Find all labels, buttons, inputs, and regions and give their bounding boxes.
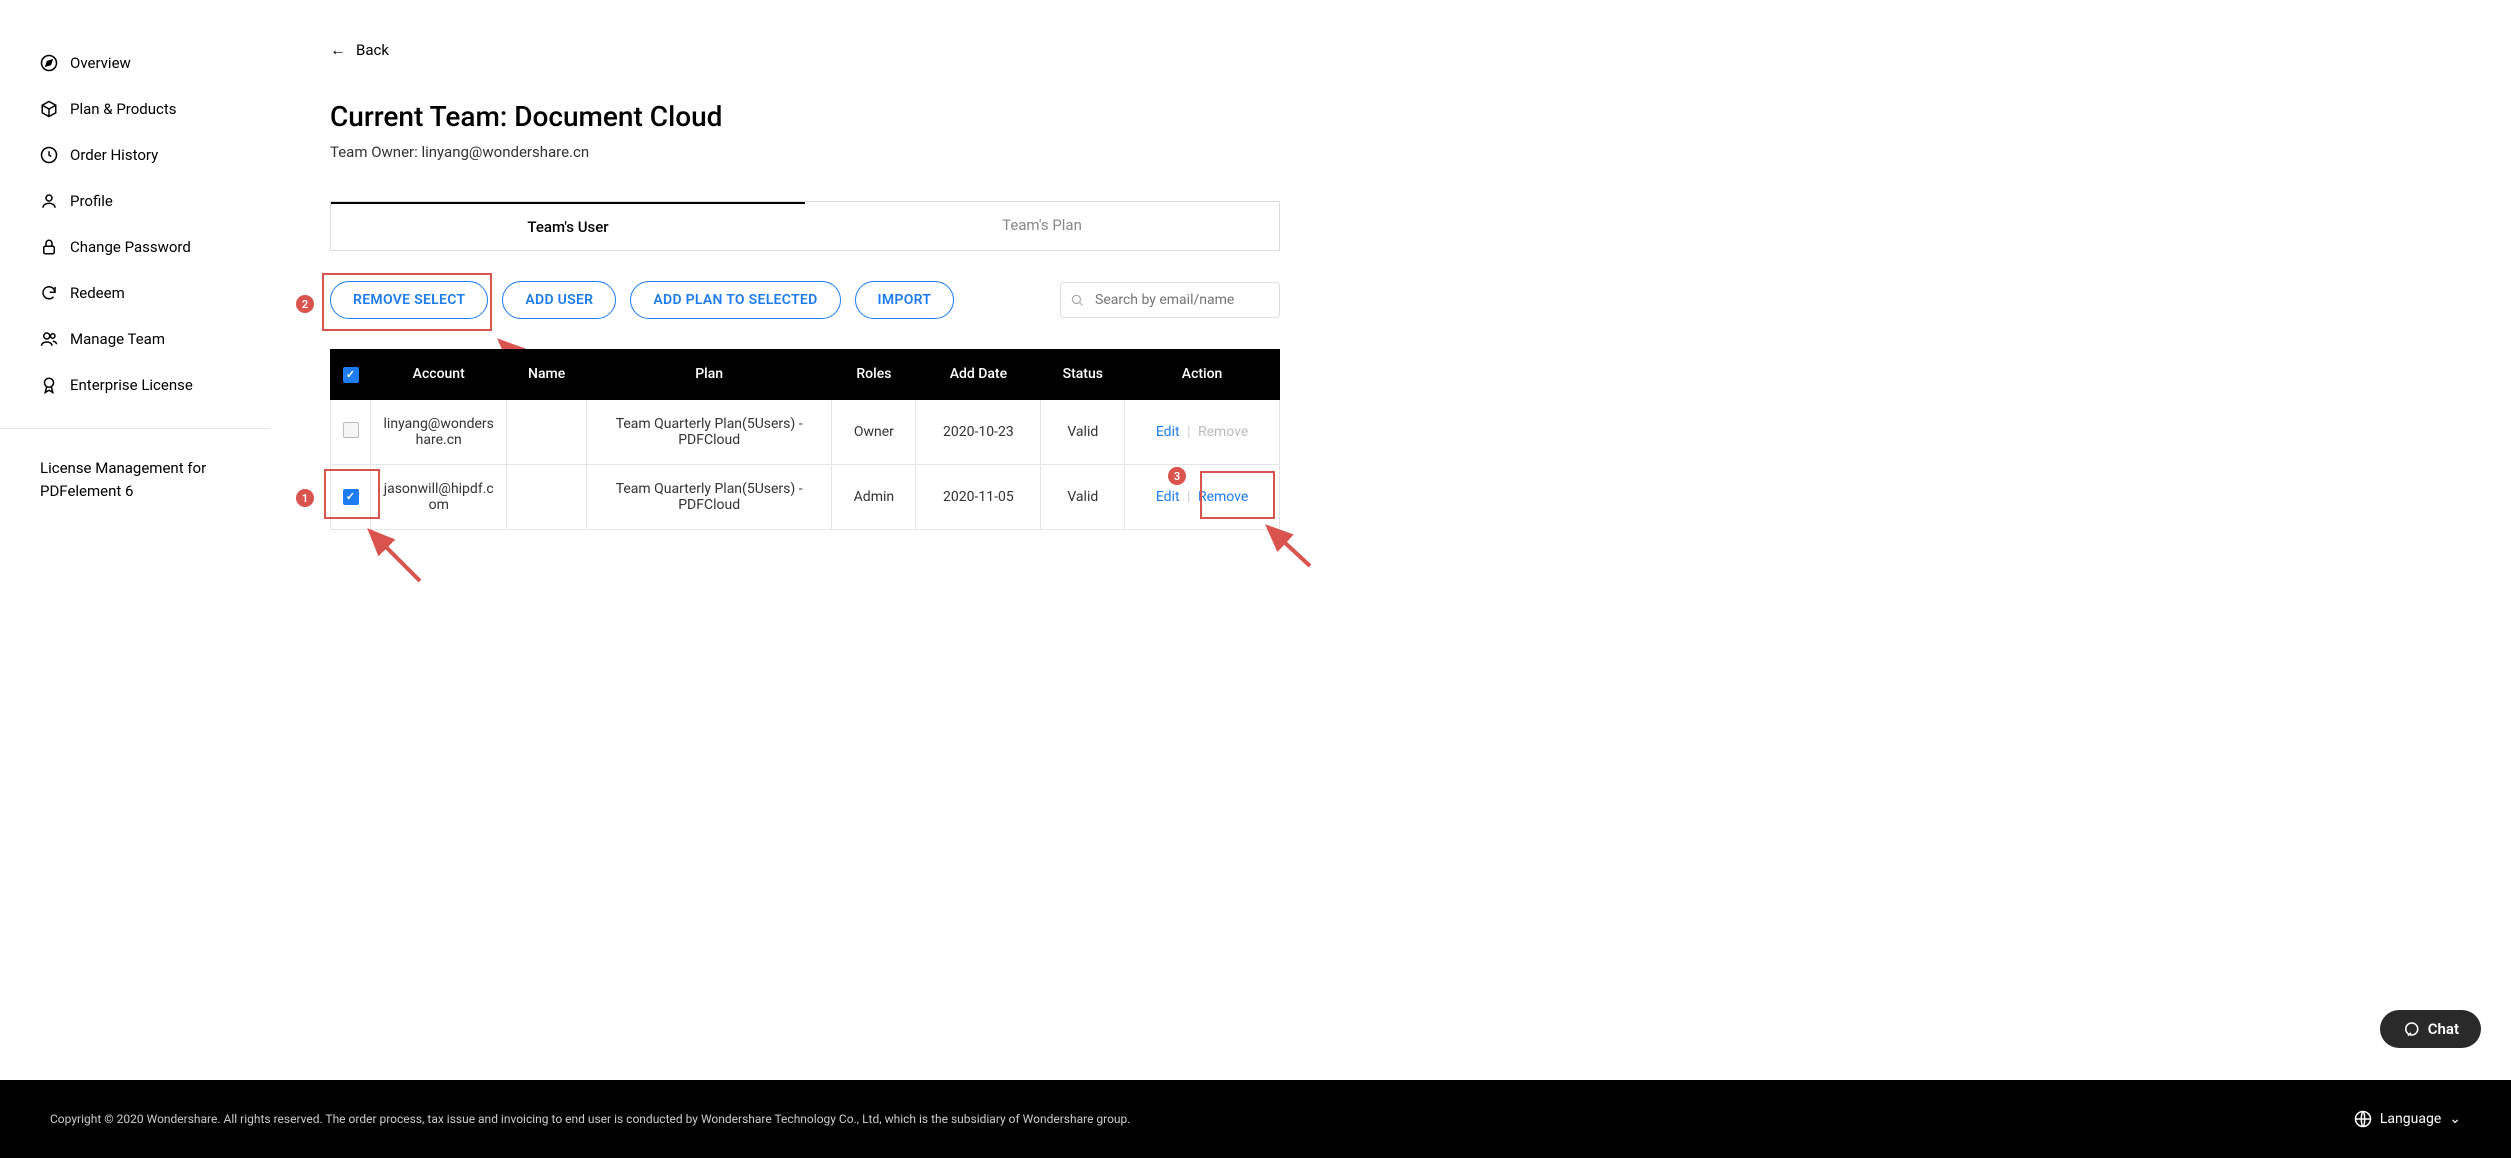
cell-plan: Team Quarterly Plan(5Users) - PDFCloud bbox=[586, 399, 832, 464]
sidebar-item-label: Plan & Products bbox=[70, 100, 177, 118]
sidebar-item-change-password[interactable]: Change Password bbox=[40, 224, 270, 270]
compass-icon bbox=[40, 54, 58, 72]
globe-icon bbox=[2354, 1110, 2372, 1128]
annotation-badge-2: 2 bbox=[296, 295, 314, 313]
back-link[interactable]: ← Back bbox=[330, 40, 389, 60]
action-separator: | bbox=[1187, 424, 1190, 440]
sidebar-item-label: Redeem bbox=[70, 284, 125, 302]
remove-select-button[interactable]: REMOVE SELECT bbox=[330, 281, 488, 319]
row-checkbox bbox=[343, 422, 359, 438]
sidebar-item-label: Profile bbox=[70, 192, 113, 210]
col-status: Status bbox=[1041, 350, 1125, 400]
cell-name bbox=[507, 399, 586, 464]
cell-add-date: 2020-10-23 bbox=[916, 399, 1041, 464]
add-plan-to-selected-button[interactable]: ADD PLAN TO SELECTED bbox=[630, 281, 840, 319]
col-plan: Plan bbox=[586, 350, 832, 400]
import-button[interactable]: IMPORT bbox=[855, 281, 955, 319]
team-owner-label: Team Owner: linyang@wondershare.cn bbox=[330, 143, 1280, 161]
page-title: Current Team: Document Cloud bbox=[330, 100, 1280, 133]
cell-add-date: 2020-11-05 bbox=[916, 464, 1041, 529]
users-table: Account Name Plan Roles Add Date Status … bbox=[330, 349, 1280, 530]
cell-account: linyang@wondershare.cn bbox=[371, 399, 507, 464]
refresh-icon bbox=[40, 284, 58, 302]
cell-action: Edit | Remove bbox=[1125, 399, 1280, 464]
sidebar-item-label: Overview bbox=[70, 54, 131, 72]
table-row: jasonwill@hipdf.com Team Quarterly Plan(… bbox=[331, 464, 1280, 529]
sidebar-item-profile[interactable]: Profile bbox=[40, 178, 270, 224]
cell-action: Edit | Remove bbox=[1125, 464, 1280, 529]
table-header-row: Account Name Plan Roles Add Date Status … bbox=[331, 350, 1280, 400]
back-label: Back bbox=[356, 41, 389, 59]
users-icon bbox=[40, 330, 58, 348]
sidebar-item-plan-products[interactable]: Plan & Products bbox=[40, 86, 270, 132]
sidebar-item-redeem[interactable]: Redeem bbox=[40, 270, 270, 316]
user-icon bbox=[40, 192, 58, 210]
tab-teams-plan[interactable]: Team's Plan bbox=[805, 202, 1279, 250]
cell-status: Valid bbox=[1041, 399, 1125, 464]
sidebar-footer-text[interactable]: License Management for PDFelement 6 bbox=[40, 449, 270, 510]
sidebar: Overview Plan & Products Order History P… bbox=[0, 0, 270, 1080]
cell-status: Valid bbox=[1041, 464, 1125, 529]
copyright-text: Copyright © 2020 Wondershare. All rights… bbox=[50, 1112, 1130, 1126]
search-input[interactable] bbox=[1060, 282, 1280, 318]
cell-roles: Admin bbox=[832, 464, 916, 529]
tab-label: Team's Plan bbox=[1002, 216, 1082, 234]
action-separator: | bbox=[1187, 489, 1190, 505]
sidebar-item-overview[interactable]: Overview bbox=[40, 40, 270, 86]
search-wrap bbox=[1060, 282, 1280, 318]
sidebar-item-label: Enterprise License bbox=[70, 376, 193, 394]
lock-icon bbox=[40, 238, 58, 256]
annotation-badge-1: 1 bbox=[296, 489, 314, 507]
cell-account: jasonwill@hipdf.com bbox=[371, 464, 507, 529]
col-name: Name bbox=[507, 350, 586, 400]
sidebar-item-label: Manage Team bbox=[70, 330, 165, 348]
toolbar: 2 REMOVE SELECT ADD USER ADD PLAN TO SEL… bbox=[330, 281, 1280, 319]
cell-roles: Owner bbox=[832, 399, 916, 464]
sidebar-item-label: Order History bbox=[70, 146, 158, 164]
annotation-arrow-1 bbox=[360, 521, 430, 591]
sidebar-divider bbox=[0, 428, 270, 429]
col-action: Action bbox=[1125, 350, 1280, 400]
chat-icon bbox=[2402, 1020, 2420, 1038]
cube-icon bbox=[40, 100, 58, 118]
remove-link: Remove bbox=[1198, 424, 1248, 440]
tabs: Team's User Team's Plan bbox=[330, 201, 1280, 251]
annotation-badge-3: 3 bbox=[1168, 467, 1186, 485]
chat-widget[interactable]: Chat bbox=[2380, 1010, 2481, 1048]
tab-teams-user[interactable]: Team's User bbox=[331, 202, 805, 250]
sidebar-item-order-history[interactable]: Order History bbox=[40, 132, 270, 178]
edit-link[interactable]: Edit bbox=[1156, 489, 1180, 505]
sidebar-item-enterprise-license[interactable]: Enterprise License bbox=[40, 362, 270, 408]
row-checkbox[interactable] bbox=[343, 489, 359, 505]
badge-icon bbox=[40, 376, 58, 394]
col-add-date: Add Date bbox=[916, 350, 1041, 400]
cell-name bbox=[507, 464, 586, 529]
cell-plan: Team Quarterly Plan(5Users) - PDFCloud bbox=[586, 464, 832, 529]
language-selector[interactable]: Language ⌄ bbox=[2354, 1110, 2461, 1128]
edit-link[interactable]: Edit bbox=[1156, 424, 1180, 440]
search-icon bbox=[1070, 293, 1084, 307]
select-all-checkbox[interactable] bbox=[343, 367, 359, 383]
arrow-left-icon: ← bbox=[330, 40, 346, 60]
sidebar-item-label: Change Password bbox=[70, 238, 191, 256]
table-row: linyang@wondershare.cn Team Quarterly Pl… bbox=[331, 399, 1280, 464]
footer: Copyright © 2020 Wondershare. All rights… bbox=[0, 1080, 2511, 1158]
clock-icon bbox=[40, 146, 58, 164]
main-content: ← Back Current Team: Document Cloud Team… bbox=[270, 0, 1370, 1080]
col-account: Account bbox=[371, 350, 507, 400]
language-label: Language bbox=[2380, 1111, 2441, 1127]
tab-label: Team's User bbox=[527, 218, 608, 236]
sidebar-item-manage-team[interactable]: Manage Team bbox=[40, 316, 270, 362]
chevron-down-icon: ⌄ bbox=[2449, 1111, 2461, 1127]
add-user-button[interactable]: ADD USER bbox=[502, 281, 616, 319]
col-roles: Roles bbox=[832, 350, 916, 400]
remove-link[interactable]: Remove bbox=[1198, 489, 1248, 505]
chat-label: Chat bbox=[2428, 1020, 2459, 1038]
